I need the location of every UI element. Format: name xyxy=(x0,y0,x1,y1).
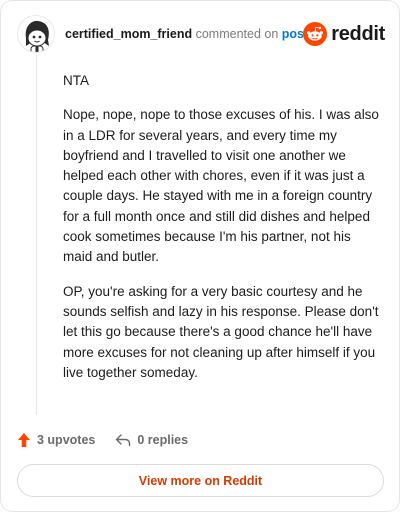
comment-paragraph: OP, you're asking for a very basic court… xyxy=(63,283,379,380)
reddit-wordmark: reddit xyxy=(331,22,385,45)
comment-header: certified_mom_friend commented on post r… xyxy=(17,13,385,55)
upvote-count: 3 upvotes xyxy=(37,433,96,447)
comment-body: NTA Nope, nope, nope to those excuses of… xyxy=(63,71,381,397)
upvote-arrow-icon[interactable] xyxy=(17,432,31,448)
comment-paragraph: NTA xyxy=(63,73,89,88)
reply-group[interactable]: 0 replies xyxy=(115,433,188,447)
snoo-avatar-icon[interactable] xyxy=(17,15,55,53)
comment-card: certified_mom_friend commented on post r… xyxy=(0,0,400,512)
reply-count: 0 replies xyxy=(137,433,189,447)
comment-paragraph: Nope, nope, nope to those excuses of his… xyxy=(63,107,379,265)
reply-icon[interactable] xyxy=(115,433,131,447)
thread-line xyxy=(36,55,37,415)
comment-meta: certified_mom_friend commented on post xyxy=(65,27,303,41)
comment-footer: 3 upvotes 0 replies xyxy=(17,429,188,451)
view-more-button[interactable]: View more on Reddit xyxy=(17,464,384,497)
username-link[interactable]: certified_mom_friend xyxy=(65,27,192,41)
reddit-brand[interactable]: reddit xyxy=(303,22,385,46)
reddit-logo-icon xyxy=(303,22,328,46)
upvote-group[interactable]: 3 upvotes xyxy=(17,432,95,448)
post-link[interactable]: post xyxy=(282,27,303,41)
action-text: commented on xyxy=(195,27,279,41)
